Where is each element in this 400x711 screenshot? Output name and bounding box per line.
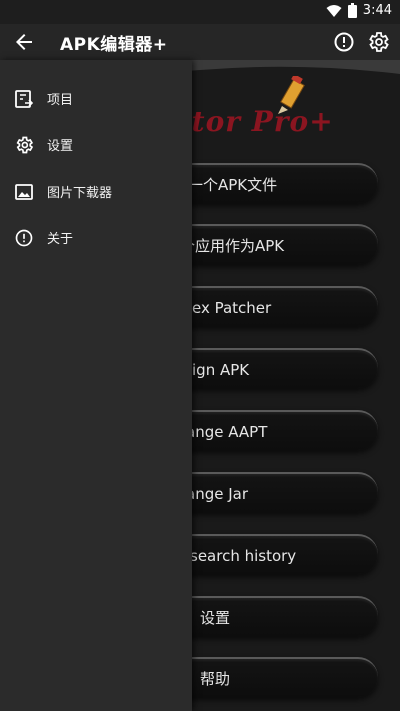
wifi-icon <box>326 4 342 18</box>
drawer-item-label: 图片下载器 <box>47 186 113 201</box>
drawer-item-label: 项目 <box>47 93 74 108</box>
drawer-item-projects[interactable]: 项目 <box>0 79 192 119</box>
battery-icon <box>347 3 357 18</box>
drawer-item-about[interactable]: 关于 <box>0 218 192 258</box>
drawer-item-label: 关于 <box>47 232 74 247</box>
navigation-drawer: 项目 设置 图片下载器 关于 <box>0 60 192 711</box>
info-icon[interactable] <box>332 30 356 54</box>
app-title: APK编辑器+ <box>60 35 168 55</box>
back-arrow-icon[interactable] <box>12 30 36 54</box>
image-icon <box>14 182 34 202</box>
drawer-item-settings[interactable]: 设置 <box>0 125 192 165</box>
status-icons: 3:44 <box>326 3 392 18</box>
status-bar: 3:44 <box>0 0 400 24</box>
gear-icon[interactable] <box>366 30 390 54</box>
app-logo-text: itor Pro+ <box>180 105 334 138</box>
drawer-item-label: 设置 <box>47 139 74 154</box>
drawer-item-image-downloader[interactable]: 图片下载器 <box>0 172 192 212</box>
info-icon <box>14 228 34 248</box>
gear-icon <box>14 135 34 155</box>
app-bar: APK编辑器+ <box>0 24 400 60</box>
status-time: 3:44 <box>362 3 392 18</box>
project-icon <box>14 89 34 109</box>
